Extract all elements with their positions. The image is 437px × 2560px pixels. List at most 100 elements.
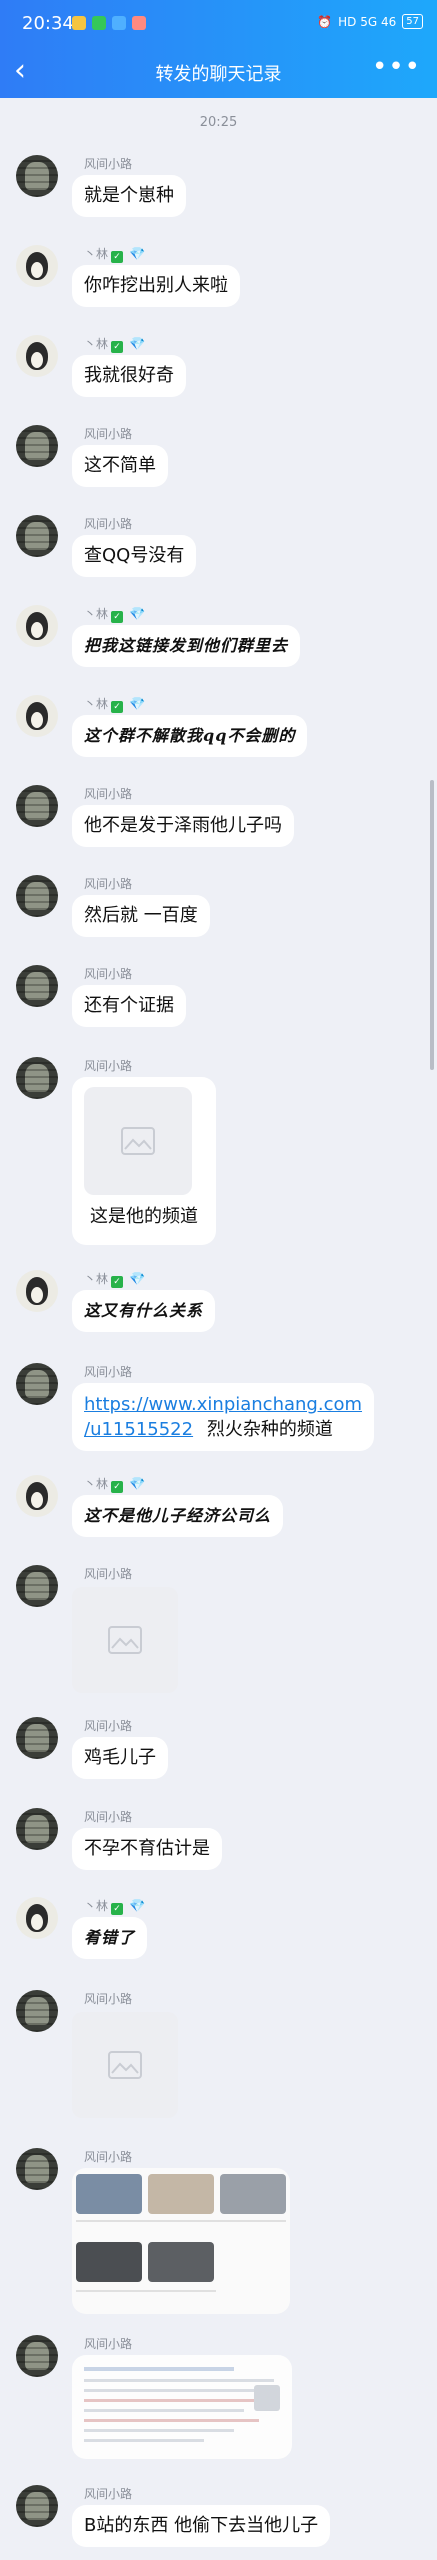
sender-name: 丶林 ✓ 💎 [84, 245, 145, 263]
image-message[interactable]: 这是他的频道 [72, 1077, 216, 1245]
avatar[interactable] [16, 155, 58, 197]
avatar[interactable] [16, 515, 58, 557]
sender-name-text: 丶林 [84, 337, 109, 351]
url-link[interactable]: /u11515522 [84, 1419, 193, 1440]
sender-name: 风间小路 [84, 1567, 133, 1581]
sender-name-text: 丶林 [84, 247, 109, 261]
nav-bar: ‹ 转发的聊天记录 ••• [0, 46, 437, 98]
verified-badge-icon: ✓ [111, 701, 124, 713]
avatar[interactable] [16, 1565, 58, 1607]
notification-app-icon [132, 16, 146, 30]
message-bubble[interactable]: 这不是他儿子经济公司么 [72, 1495, 284, 1537]
verified-badge-icon: ✓ [111, 611, 124, 623]
sender-name: 风间小路 [84, 877, 133, 891]
battery-icon: 57 [402, 14, 423, 29]
message-bubble[interactable]: 这不简单 [72, 445, 168, 487]
thumbnail [148, 2174, 214, 2214]
avatar[interactable] [16, 1363, 58, 1405]
image-caption: 这是他的频道 [90, 1206, 198, 1227]
avatar[interactable] [16, 1808, 58, 1850]
url-link[interactable]: https://www.xinpianchang.com [84, 1394, 362, 1415]
avatar[interactable] [16, 695, 58, 737]
notification-app-icon [72, 16, 86, 30]
divider [76, 2220, 286, 2222]
avatar[interactable] [16, 1270, 58, 1312]
avatar[interactable] [16, 1475, 58, 1517]
avatar[interactable] [16, 425, 58, 467]
text-line [84, 2419, 259, 2422]
message-bubble[interactable]: 这又有什么关系 [72, 1290, 216, 1332]
message-bubble[interactable]: 还有个证据 [72, 985, 186, 1027]
scrollbar[interactable] [430, 780, 434, 1070]
divider [76, 2290, 216, 2292]
diamond-icon: 💎 [129, 607, 146, 622]
sender-name: 丶林 ✓ 💎 [84, 335, 145, 353]
diamond-icon: 💎 [129, 337, 146, 352]
sender-name: 风间小路 [84, 1719, 133, 1733]
sender-name-text: 丶林 [84, 1477, 109, 1491]
chat-timestamp: 20:25 [199, 115, 238, 130]
sender-name: 风间小路 [84, 517, 133, 531]
avatar[interactable] [16, 1717, 58, 1759]
avatar[interactable] [16, 1897, 58, 1939]
text-line [84, 2399, 264, 2402]
sender-name: 丶林 ✓ 💎 [84, 1475, 145, 1493]
diamond-icon: 💎 [129, 1899, 146, 1914]
message-bubble[interactable]: 你咋挖出别人来啦 [72, 265, 240, 307]
sender-name: 丶林 ✓ 💎 [84, 605, 145, 623]
text-line [84, 2429, 234, 2432]
image-icon [121, 1127, 155, 1155]
sender-name-text: 丶林 [84, 607, 109, 621]
verified-badge-icon: ✓ [111, 1903, 124, 1915]
diamond-icon: 💎 [129, 1272, 146, 1287]
image-icon [108, 2051, 142, 2079]
sender-name-text: 丶林 [84, 1899, 109, 1913]
avatar[interactable] [16, 785, 58, 827]
avatar[interactable] [16, 2335, 58, 2377]
message-bubble[interactable]: https://www.xinpianchang.com /u11515522 … [72, 1383, 375, 1451]
thumbnail [76, 2174, 142, 2214]
message-bubble[interactable]: 就是个崽种 [72, 175, 186, 217]
message-bubble[interactable]: 我就很好奇 [72, 355, 186, 397]
avatar[interactable] [16, 605, 58, 647]
avatar[interactable] [16, 875, 58, 917]
message-bubble[interactable]: B站的东西 他偷下去当他儿子 [72, 2505, 331, 2547]
image-placeholder[interactable] [84, 1087, 192, 1195]
text-line [84, 2409, 244, 2412]
avatar[interactable] [16, 2148, 58, 2190]
message-bubble[interactable]: 查QQ号没有 [72, 535, 197, 577]
image-message[interactable] [72, 2012, 178, 2118]
sender-name-text: 丶林 [84, 1272, 109, 1286]
sender-name: 丶林 ✓ 💎 [84, 1897, 145, 1915]
message-bubble[interactable]: 他不是发于泽雨他儿子吗 [72, 805, 294, 847]
avatar[interactable] [16, 245, 58, 287]
screenshot-image[interactable] [72, 2355, 292, 2459]
text-line [84, 2379, 274, 2382]
avatar[interactable] [16, 1057, 58, 1099]
message-bubble[interactable]: 把我这链接发到他们群里去 [72, 625, 301, 667]
message-bubble[interactable]: 然后就 一百度 [72, 895, 210, 937]
alarm-icon: ⏰ [317, 14, 333, 29]
message-bubble[interactable]: 这个群不解散我qq不会删的 [72, 715, 308, 757]
avatar[interactable] [16, 2485, 58, 2527]
sender-name: 丶林 ✓ 💎 [84, 695, 145, 713]
message-bubble[interactable]: 鸡毛儿子 [72, 1737, 168, 1779]
status-time: 20:34 [22, 13, 74, 34]
message-bubble[interactable]: 不孕不育估计是 [72, 1828, 222, 1870]
avatar[interactable] [16, 335, 58, 377]
sender-name: 风间小路 [84, 787, 133, 801]
message-bubble[interactable]: 肴错了 [72, 1917, 148, 1959]
diamond-icon: 💎 [129, 247, 146, 262]
avatar[interactable] [16, 965, 58, 1007]
sender-name: 丶林 ✓ 💎 [84, 1270, 145, 1288]
thumbnail [220, 2174, 286, 2214]
notification-app-icon [92, 16, 106, 30]
avatar[interactable] [16, 1990, 58, 2032]
sender-name-text: 丶林 [84, 697, 109, 711]
sender-name: 风间小路 [84, 2150, 133, 2164]
screenshot-image[interactable] [72, 2168, 290, 2314]
more-dots-icon[interactable]: ••• [372, 52, 421, 82]
sender-name: 风间小路 [84, 2487, 133, 2501]
image-message[interactable] [72, 1587, 178, 1693]
sender-name: 风间小路 [84, 2337, 133, 2351]
